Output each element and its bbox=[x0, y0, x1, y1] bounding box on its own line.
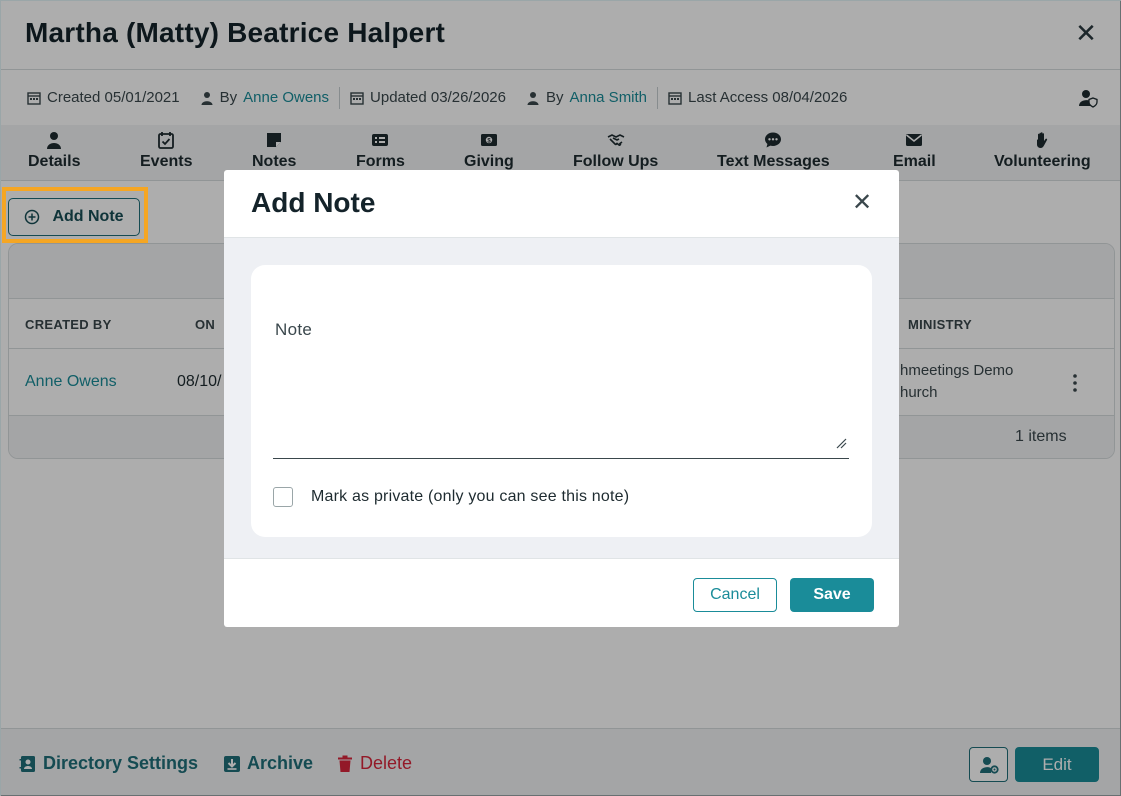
add-note-dialog: Add Note ✕ Note Mark as private (only yo… bbox=[224, 170, 899, 627]
private-checkbox-label[interactable]: Mark as private (only you can see this n… bbox=[311, 488, 629, 506]
dialog-body: Note Mark as private (only you can see t… bbox=[224, 238, 899, 559]
add-note-highlight bbox=[2, 187, 148, 243]
private-checkbox[interactable] bbox=[273, 487, 293, 507]
note-textarea[interactable] bbox=[273, 355, 849, 459]
cancel-button[interactable]: Cancel bbox=[693, 578, 777, 612]
save-button[interactable]: Save bbox=[790, 578, 874, 612]
dialog-header: Add Note ✕ bbox=[224, 170, 899, 238]
note-field-label: Note bbox=[275, 320, 313, 339]
person-profile-page: Martha (Matty) Beatrice Halpert ✕ Create… bbox=[0, 0, 1121, 796]
dialog-footer: Cancel Save bbox=[224, 559, 899, 627]
resize-handle-icon[interactable] bbox=[835, 437, 847, 449]
note-form-card: Note Mark as private (only you can see t… bbox=[251, 265, 872, 537]
close-icon[interactable]: ✕ bbox=[851, 191, 873, 215]
dialog-title: Add Note bbox=[251, 187, 376, 218]
